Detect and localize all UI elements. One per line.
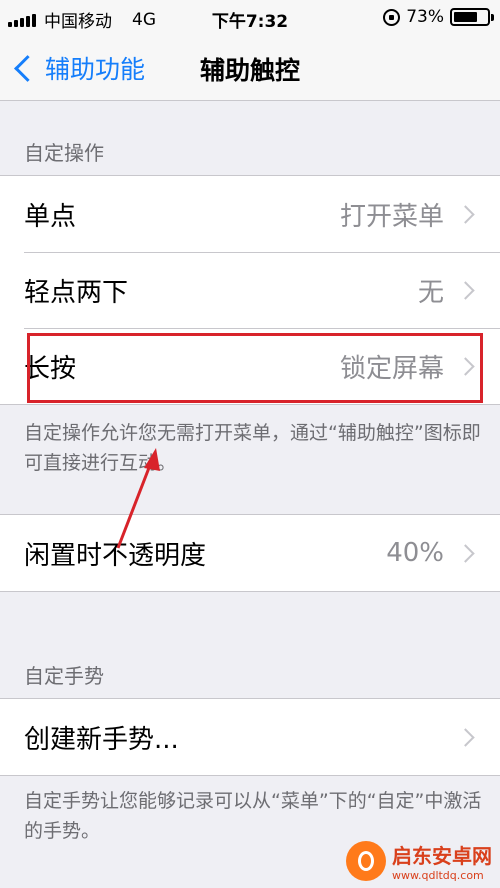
watermark: 启东安卓网 www.qdltdq.com — [346, 840, 492, 882]
annotation-arrow — [116, 448, 160, 549]
watermark-name: 启东安卓网 — [392, 844, 492, 868]
watermark-url: www.qdltdq.com — [392, 869, 484, 882]
watermark-text: 启东安卓网 www.qdltdq.com — [392, 840, 492, 882]
watermark-logo-icon — [346, 841, 386, 881]
